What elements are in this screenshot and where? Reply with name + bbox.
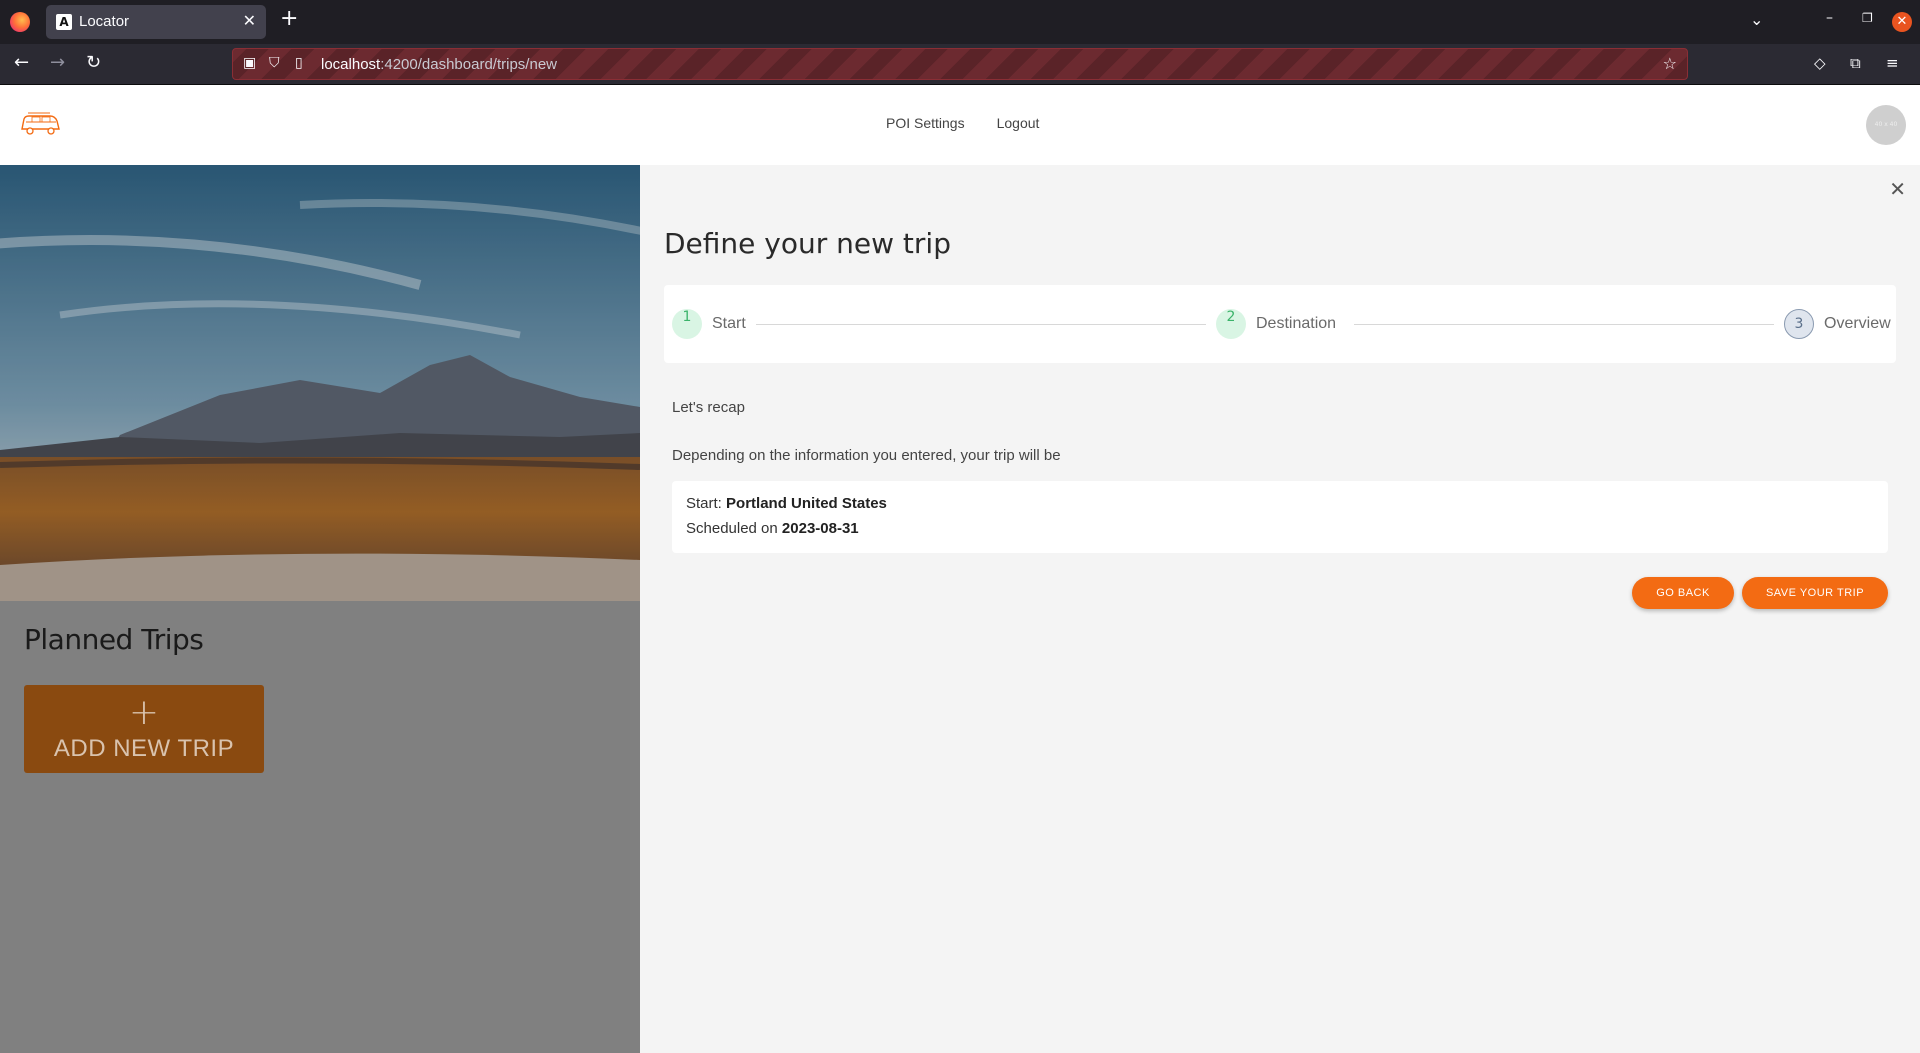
nav-logout[interactable]: Logout [997, 115, 1040, 131]
url-path: :4200/dashboard/trips/new [380, 56, 557, 73]
restore-icon[interactable]: ❐ [1862, 11, 1873, 25]
summary-start: Start: Portland United States [686, 495, 887, 512]
save-trip-button[interactable]: SAVE YOUR TRIP [1742, 577, 1888, 609]
url-bar[interactable]: ▣ ⛉ ▯ localhost:4200/dashboard/trips/new… [232, 48, 1688, 80]
start-label: Start: [686, 495, 722, 512]
url-text[interactable]: localhost:4200/dashboard/trips/new [321, 56, 557, 73]
go-back-button[interactable]: GO BACK [1632, 577, 1734, 609]
pocket-icon[interactable]: ◇ [1814, 54, 1826, 72]
left-panel: Planned Trips + ADD NEW TRIP [0, 165, 640, 1053]
summary-scheduled: Scheduled on 2023-08-31 [686, 520, 859, 537]
back-icon[interactable]: ← [14, 52, 29, 73]
url-host: localhost [321, 56, 381, 73]
scheduled-label: Scheduled on [686, 520, 778, 537]
recap-description: Depending on the information you entered… [672, 447, 1061, 464]
new-trip-panel: ✕ Define your new trip 1 Start 2 Destina… [640, 165, 1920, 1053]
close-icon[interactable]: ✕ [1889, 177, 1906, 201]
new-tab-icon[interactable]: + [280, 6, 298, 31]
angular-icon: A [56, 14, 72, 30]
step-number: 2 [1216, 309, 1246, 339]
stepper: 1 Start 2 Destination 3 Overview [664, 285, 1896, 363]
overlay-shade [0, 165, 640, 601]
firefox-icon [10, 12, 30, 32]
avatar[interactable]: 40 x 40 [1866, 105, 1906, 145]
step-overview[interactable]: 3 Overview [1784, 309, 1891, 339]
close-tab-icon[interactable]: ✕ [243, 11, 256, 30]
bookmark-star-icon[interactable]: ☆ [1663, 54, 1677, 73]
van-logo-icon[interactable] [20, 111, 60, 137]
step-label: Destination [1256, 315, 1337, 332]
browser-tab[interactable]: A Locator ✕ [46, 5, 266, 39]
scheduled-value: 2023-08-31 [781, 520, 859, 537]
app-header: POI Settings Logout 40 x 40 [0, 85, 1920, 165]
chevron-down-icon[interactable]: ⌄ [1750, 10, 1763, 29]
shield-icon[interactable]: ⛉ [269, 55, 280, 71]
recap-heading: Let's recap [672, 399, 745, 416]
step-start[interactable]: 1 Start [672, 309, 746, 339]
browser-tab-bar: A Locator ✕ + ⌄ – ❐ ✕ [0, 0, 1920, 44]
page-icon[interactable]: ▯ [295, 55, 303, 71]
step-number: 3 [1784, 309, 1814, 339]
add-new-trip-button[interactable]: + ADD NEW TRIP [24, 685, 264, 773]
add-new-trip-label: ADD NEW TRIP [53, 735, 235, 762]
step-label: Overview [1824, 315, 1891, 332]
trip-summary-card: Start: Portland United States Scheduled … [672, 481, 1888, 553]
plus-icon: + [128, 692, 160, 733]
window-close-icon[interactable]: ✕ [1892, 12, 1912, 32]
tab-title: Locator [79, 13, 130, 30]
step-label: Start [712, 315, 746, 332]
forward-icon[interactable]: → [50, 52, 65, 73]
menu-icon[interactable]: ≡ [1886, 54, 1899, 72]
main-nav: POI Settings Logout [886, 115, 1039, 131]
planned-trips-title: Planned Trips [24, 623, 204, 656]
minimize-icon[interactable]: – [1826, 10, 1833, 26]
reload-icon[interactable]: ↻ [86, 52, 101, 73]
step-connector [1354, 324, 1774, 325]
page-title: Define your new trip [664, 227, 951, 260]
step-number: 1 [672, 309, 702, 339]
browser-nav-bar: ← → ↻ ▣ ⛉ ▯ localhost:4200/dashboard/tri… [0, 44, 1920, 85]
step-connector [756, 324, 1206, 325]
nav-poi-settings[interactable]: POI Settings [886, 115, 965, 131]
tracking-icon[interactable]: ▣ [243, 55, 256, 71]
extensions-icon[interactable]: ⧉ [1850, 54, 1861, 72]
start-value: Portland United States [726, 495, 887, 512]
step-destination[interactable]: 2 Destination [1216, 309, 1336, 339]
